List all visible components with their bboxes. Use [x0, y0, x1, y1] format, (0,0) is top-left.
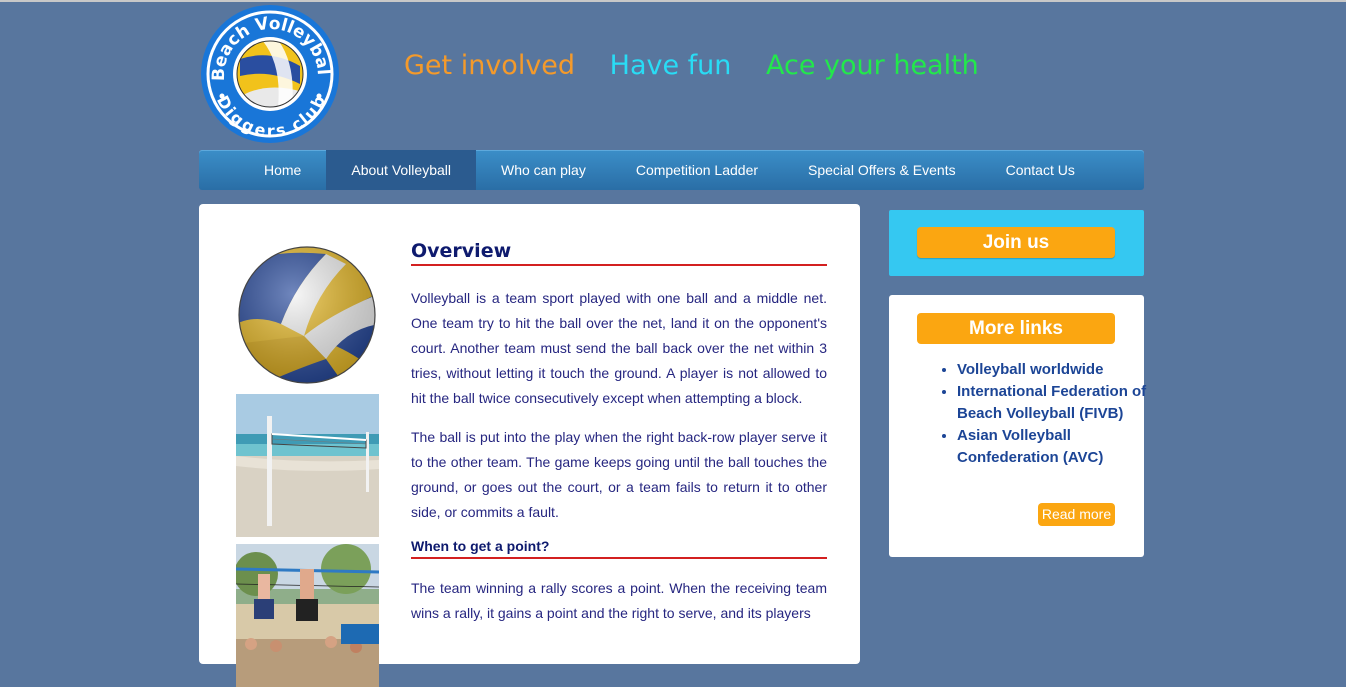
link-avc[interactable]: Asian Volleyball Confederation (AVC) — [957, 425, 1157, 469]
volleyball-image — [238, 246, 376, 384]
more-links-title: More links — [917, 313, 1115, 344]
article: Overview Volleyball is a team sport play… — [411, 240, 827, 626]
club-logo[interactable]: Beach Volleyball Diggers club — [197, 0, 341, 145]
nav-special-offers-events[interactable]: Special Offers & Events — [783, 150, 981, 190]
read-more-button[interactable]: Read more — [1038, 503, 1115, 526]
overview-paragraph-1: Volleyball is a team sport played with o… — [411, 290, 827, 406]
tagline-ace-your-health: Ace your health — [766, 50, 979, 81]
join-panel: Join us — [889, 210, 1144, 276]
link-fivb[interactable]: International Federation of Beach Volley… — [957, 381, 1157, 425]
main-content-panel: Overview Volleyball is a team sport play… — [199, 204, 860, 687]
page-title: Overview — [411, 240, 827, 266]
main-nav: Home About Volleyball Who can play Compe… — [199, 150, 1144, 190]
join-us-button[interactable]: Join us — [917, 227, 1115, 258]
nav-competition-ladder[interactable]: Competition Ladder — [611, 150, 783, 190]
nav-contact-us[interactable]: Contact Us — [981, 150, 1100, 190]
tagline-get-involved: Get involved — [404, 50, 576, 81]
taglines: Get involved Have fun Ace your health — [404, 50, 1005, 90]
overview-paragraph-2: The ball is put into the play when the r… — [411, 429, 827, 520]
tagline-have-fun: Have fun — [609, 50, 732, 81]
nav-who-can-play[interactable]: Who can play — [476, 150, 611, 190]
link-volleyball-worldwide[interactable]: Volleyball worldwide — [957, 359, 1157, 381]
nav-home[interactable]: Home — [239, 150, 326, 190]
more-links-panel: More links Volleyball worldwide Internat… — [889, 295, 1146, 557]
links-list: Volleyball worldwide International Feder… — [937, 359, 1157, 469]
nav-about-volleyball[interactable]: About Volleyball — [326, 150, 476, 190]
section-heading-point: When to get a point? — [411, 538, 827, 559]
players-photo — [236, 544, 379, 687]
image-column — [236, 244, 379, 687]
point-paragraph: The team winning a rally scores a point.… — [411, 580, 827, 621]
beach-net-photo — [236, 394, 379, 537]
